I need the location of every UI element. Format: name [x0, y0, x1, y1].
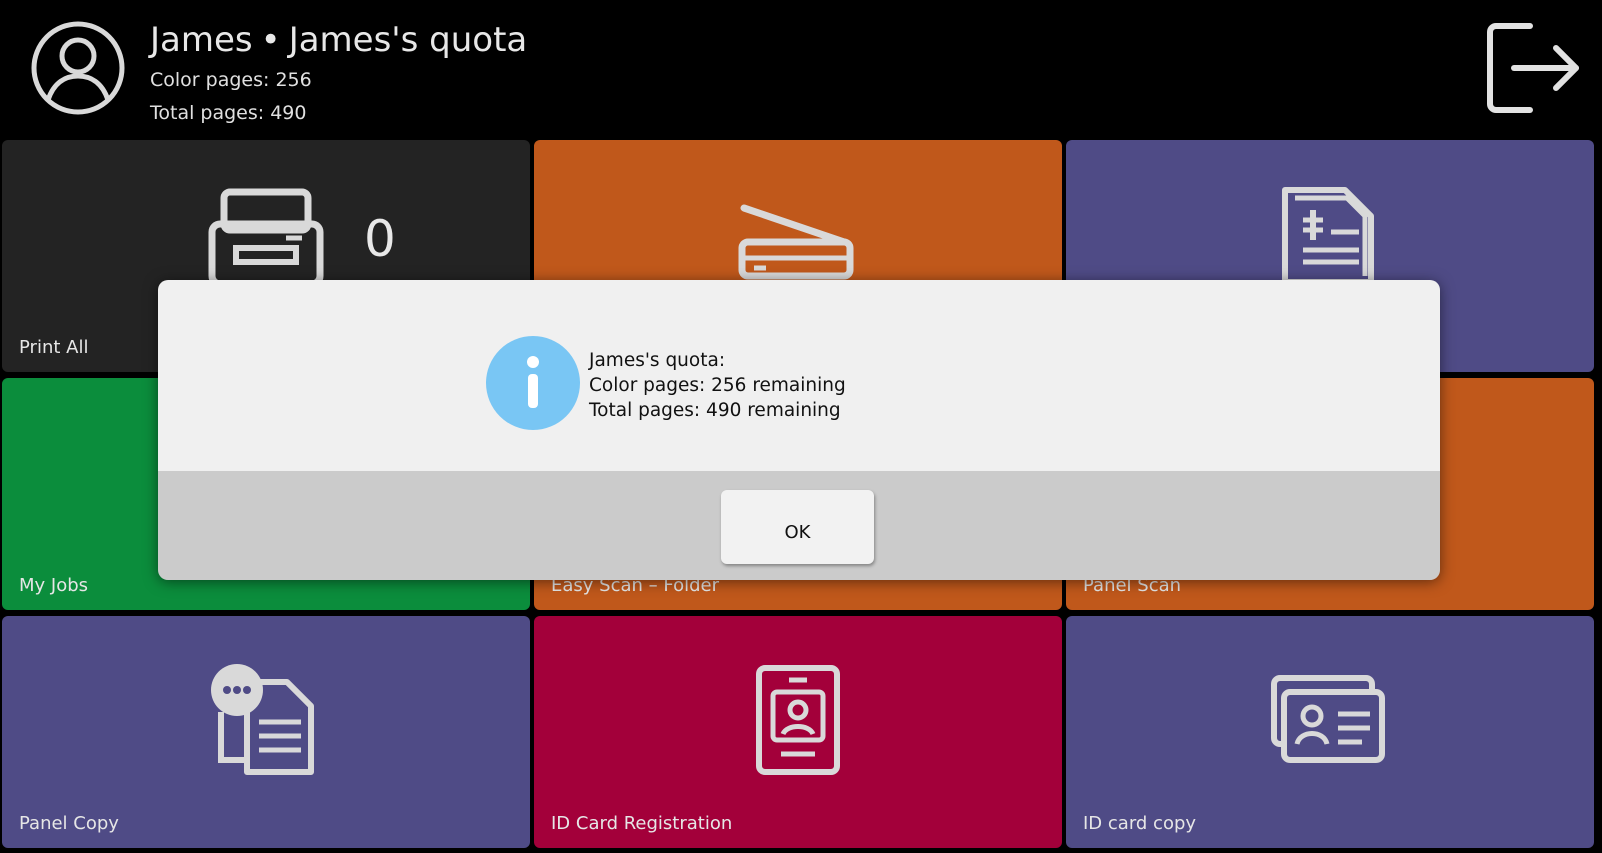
dialog-line-color-pages: Color pages: 256 remaining [589, 375, 846, 396]
user-title: James • James's quota [150, 20, 527, 60]
printer-icon [208, 188, 324, 286]
quota-info-dialog: James's quota: Color pages: 256 remainin… [158, 280, 1440, 580]
dialog-line-total-pages: Total pages: 490 remaining [589, 400, 841, 421]
id-cards-icon [1271, 675, 1385, 763]
tile-id-card-copy[interactable]: ID card copy [1066, 616, 1594, 848]
ok-button[interactable]: OK [721, 490, 874, 564]
tile-id-card-registration[interactable]: ID Card Registration [534, 616, 1062, 848]
info-icon [486, 336, 580, 430]
tile-label: My Jobs [19, 575, 89, 596]
color-pages-quota: Color pages: 256 [150, 69, 312, 91]
tile-label: Print All [19, 337, 89, 358]
tile-label: Panel Copy [19, 813, 119, 834]
user-avatar-icon [31, 21, 125, 115]
dialog-body: James's quota: Color pages: 256 remainin… [158, 280, 1440, 471]
quota-name: James's quota [288, 20, 528, 60]
id-badge-icon [756, 665, 840, 775]
copy-documents-icon [211, 664, 314, 775]
scanner-icon [738, 204, 854, 280]
fax-document-icon [1282, 187, 1374, 284]
dialog-line-quota-name: James's quota: [589, 350, 726, 371]
tile-panel-copy[interactable]: Panel Copy [2, 616, 530, 848]
dialog-message: James's quota: Color pages: 256 remainin… [589, 348, 846, 423]
user-name: James [150, 20, 253, 60]
logout-icon[interactable] [1484, 20, 1584, 120]
header-bar: James • James's quota Color pages: 256 Tot… [0, 0, 1602, 140]
title-separator: • [260, 20, 281, 60]
tile-label: ID card copy [1083, 813, 1197, 834]
total-pages-quota: Total pages: 490 [150, 102, 307, 124]
print-job-count: 0 [364, 210, 396, 268]
home-screen: James • James's quota Color pages: 256 Tot… [0, 0, 1602, 853]
tile-label: ID Card Registration [551, 813, 733, 834]
